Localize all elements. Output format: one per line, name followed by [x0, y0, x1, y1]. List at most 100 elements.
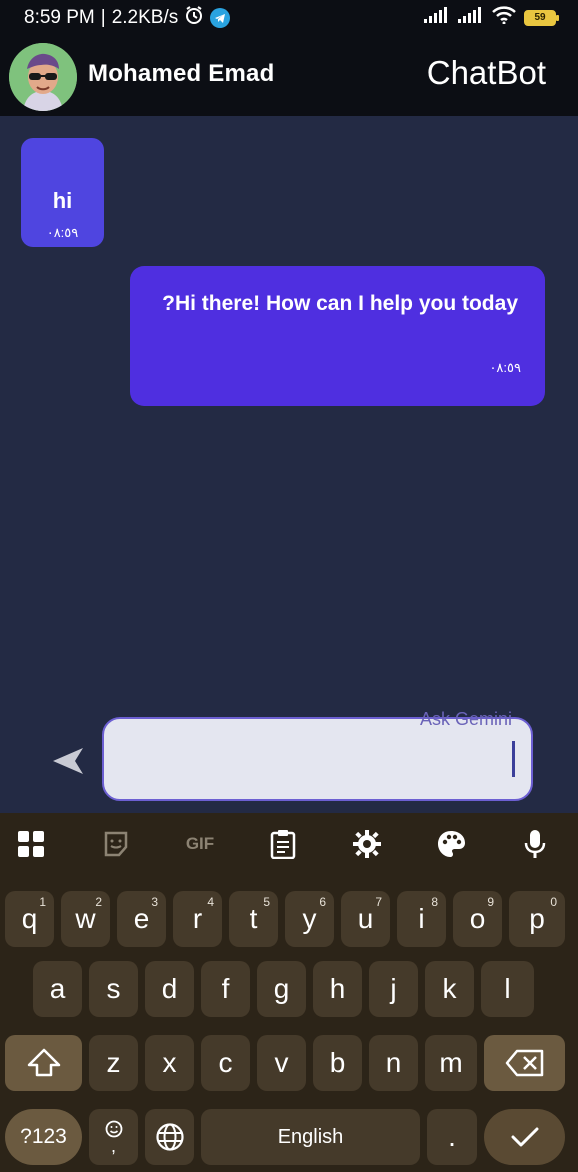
mic-icon[interactable] — [519, 827, 551, 861]
key-label: r — [192, 903, 203, 934]
key-r[interactable]: r4 — [173, 891, 222, 947]
key-label: l — [504, 973, 511, 1004]
key-k[interactable]: k — [425, 961, 474, 1017]
key-hint: 8 — [431, 895, 438, 909]
page-title: ChatBot — [426, 54, 546, 91]
key-n[interactable]: n — [369, 1035, 418, 1091]
gif-icon[interactable]: GIF — [180, 827, 220, 861]
battery-level: 59 — [534, 12, 546, 23]
key-label: e — [133, 903, 150, 934]
key-label: g — [273, 973, 290, 1004]
key-l[interactable]: l — [481, 961, 534, 1017]
key-label: o — [469, 903, 486, 934]
backspace-key[interactable] — [484, 1035, 565, 1091]
key-h[interactable]: h — [313, 961, 362, 1017]
avatar-icon[interactable] — [9, 43, 77, 111]
key-label: k — [442, 973, 457, 1004]
key-f[interactable]: f — [201, 961, 250, 1017]
key-label: n — [385, 1047, 402, 1078]
symbols-key[interactable]: ?123 — [5, 1109, 82, 1165]
shift-key[interactable] — [5, 1035, 82, 1091]
key-label: ?123 — [20, 1125, 67, 1148]
key-s[interactable]: s — [89, 961, 138, 1017]
key-m[interactable]: m — [425, 1035, 477, 1091]
send-icon — [53, 748, 83, 774]
key-t[interactable]: t5 — [229, 891, 278, 947]
key-hint: 2 — [95, 895, 102, 909]
message-input[interactable]: Ask Gemini — [102, 709, 533, 801]
message-bubble-user[interactable]: hi ٠٨:٥٩ — [21, 138, 104, 247]
status-separator: | — [100, 7, 106, 28]
language-key[interactable] — [145, 1109, 194, 1165]
key-i[interactable]: i8 — [397, 891, 446, 947]
key-w[interactable]: w2 — [61, 891, 110, 947]
key-label: j — [390, 973, 397, 1004]
backspace-icon — [505, 1049, 543, 1077]
key-hint: 4 — [207, 895, 214, 909]
clipboard-icon[interactable] — [267, 827, 299, 861]
key-label: f — [221, 973, 230, 1004]
key-v[interactable]: v — [257, 1035, 306, 1091]
key-label: y — [302, 903, 317, 934]
status-right: 59 — [424, 6, 559, 29]
chat-area[interactable]: hi ٠٨:٥٩ ?Hi there! How can I help you t… — [0, 116, 578, 813]
key-label: h — [329, 973, 346, 1004]
space-key[interactable]: English — [201, 1109, 420, 1165]
key-e[interactable]: e3 — [117, 891, 166, 947]
key-label: q — [21, 903, 38, 934]
key-hint: 0 — [550, 895, 557, 909]
key-hint: 7 — [375, 895, 382, 909]
shift-icon — [27, 1048, 60, 1077]
signal-icon — [458, 7, 484, 28]
key-label: u — [357, 903, 374, 934]
key-a[interactable]: a — [33, 961, 82, 1017]
key-g[interactable]: g — [257, 961, 306, 1017]
key-b[interactable]: b — [313, 1035, 362, 1091]
enter-key[interactable] — [484, 1109, 565, 1165]
key-j[interactable]: j — [369, 961, 418, 1017]
key-label: a — [49, 973, 66, 1004]
palette-icon[interactable] — [435, 827, 467, 861]
keyboard: GIF q1 w2 e3 r4 t5 y6 u7 i8 o9 p0 a s d … — [0, 813, 578, 1172]
key-y[interactable]: y6 — [285, 891, 334, 947]
send-button[interactable] — [50, 743, 86, 779]
key-u[interactable]: u7 — [341, 891, 390, 947]
key-label: s — [106, 973, 121, 1004]
checkmark-icon — [511, 1127, 538, 1147]
message-bubble-bot[interactable]: ?Hi there! How can I help you today ٠٨:٥… — [130, 266, 545, 406]
emoji-key[interactable]: , — [89, 1109, 138, 1165]
text-caret — [512, 741, 515, 777]
key-z[interactable]: z — [89, 1035, 138, 1091]
key-label: t — [249, 903, 258, 934]
key-label: v — [274, 1047, 289, 1078]
signal-icon — [424, 7, 450, 28]
status-left: 8:59 PM | 2.2KB/s — [24, 5, 231, 31]
key-p[interactable]: p0 — [509, 891, 565, 947]
status-time: 8:59 PM — [24, 7, 95, 28]
key-label: d — [161, 973, 178, 1004]
message-text: hi — [52, 188, 73, 213]
gear-icon[interactable] — [351, 827, 383, 861]
key-o[interactable]: o9 — [453, 891, 502, 947]
key-label: i — [418, 903, 425, 934]
input-label: Ask Gemini — [419, 709, 512, 729]
app-header: Mohamed Emad ChatBot — [0, 34, 578, 116]
key-label: b — [329, 1047, 346, 1078]
apps-icon[interactable] — [15, 827, 47, 861]
key-c[interactable]: c — [201, 1035, 250, 1091]
key-label: x — [162, 1047, 177, 1078]
status-network-speed: 2.2KB/s — [111, 7, 179, 28]
period-key[interactable]: . — [427, 1109, 477, 1165]
wifi-icon — [492, 6, 516, 29]
message-time: ٠٨:٥٩ — [46, 225, 79, 240]
key-d[interactable]: d — [145, 961, 194, 1017]
key-q[interactable]: q1 — [5, 891, 54, 947]
key-hint: 1 — [39, 895, 46, 909]
message-time: ٠٨:٥٩ — [489, 360, 521, 375]
key-x[interactable]: x — [145, 1035, 194, 1091]
telegram-icon — [210, 8, 231, 28]
battery-icon: 59 — [524, 9, 559, 26]
globe-icon — [155, 1123, 184, 1151]
sticker-icon[interactable] — [100, 827, 132, 861]
space-label: English — [277, 1125, 344, 1148]
